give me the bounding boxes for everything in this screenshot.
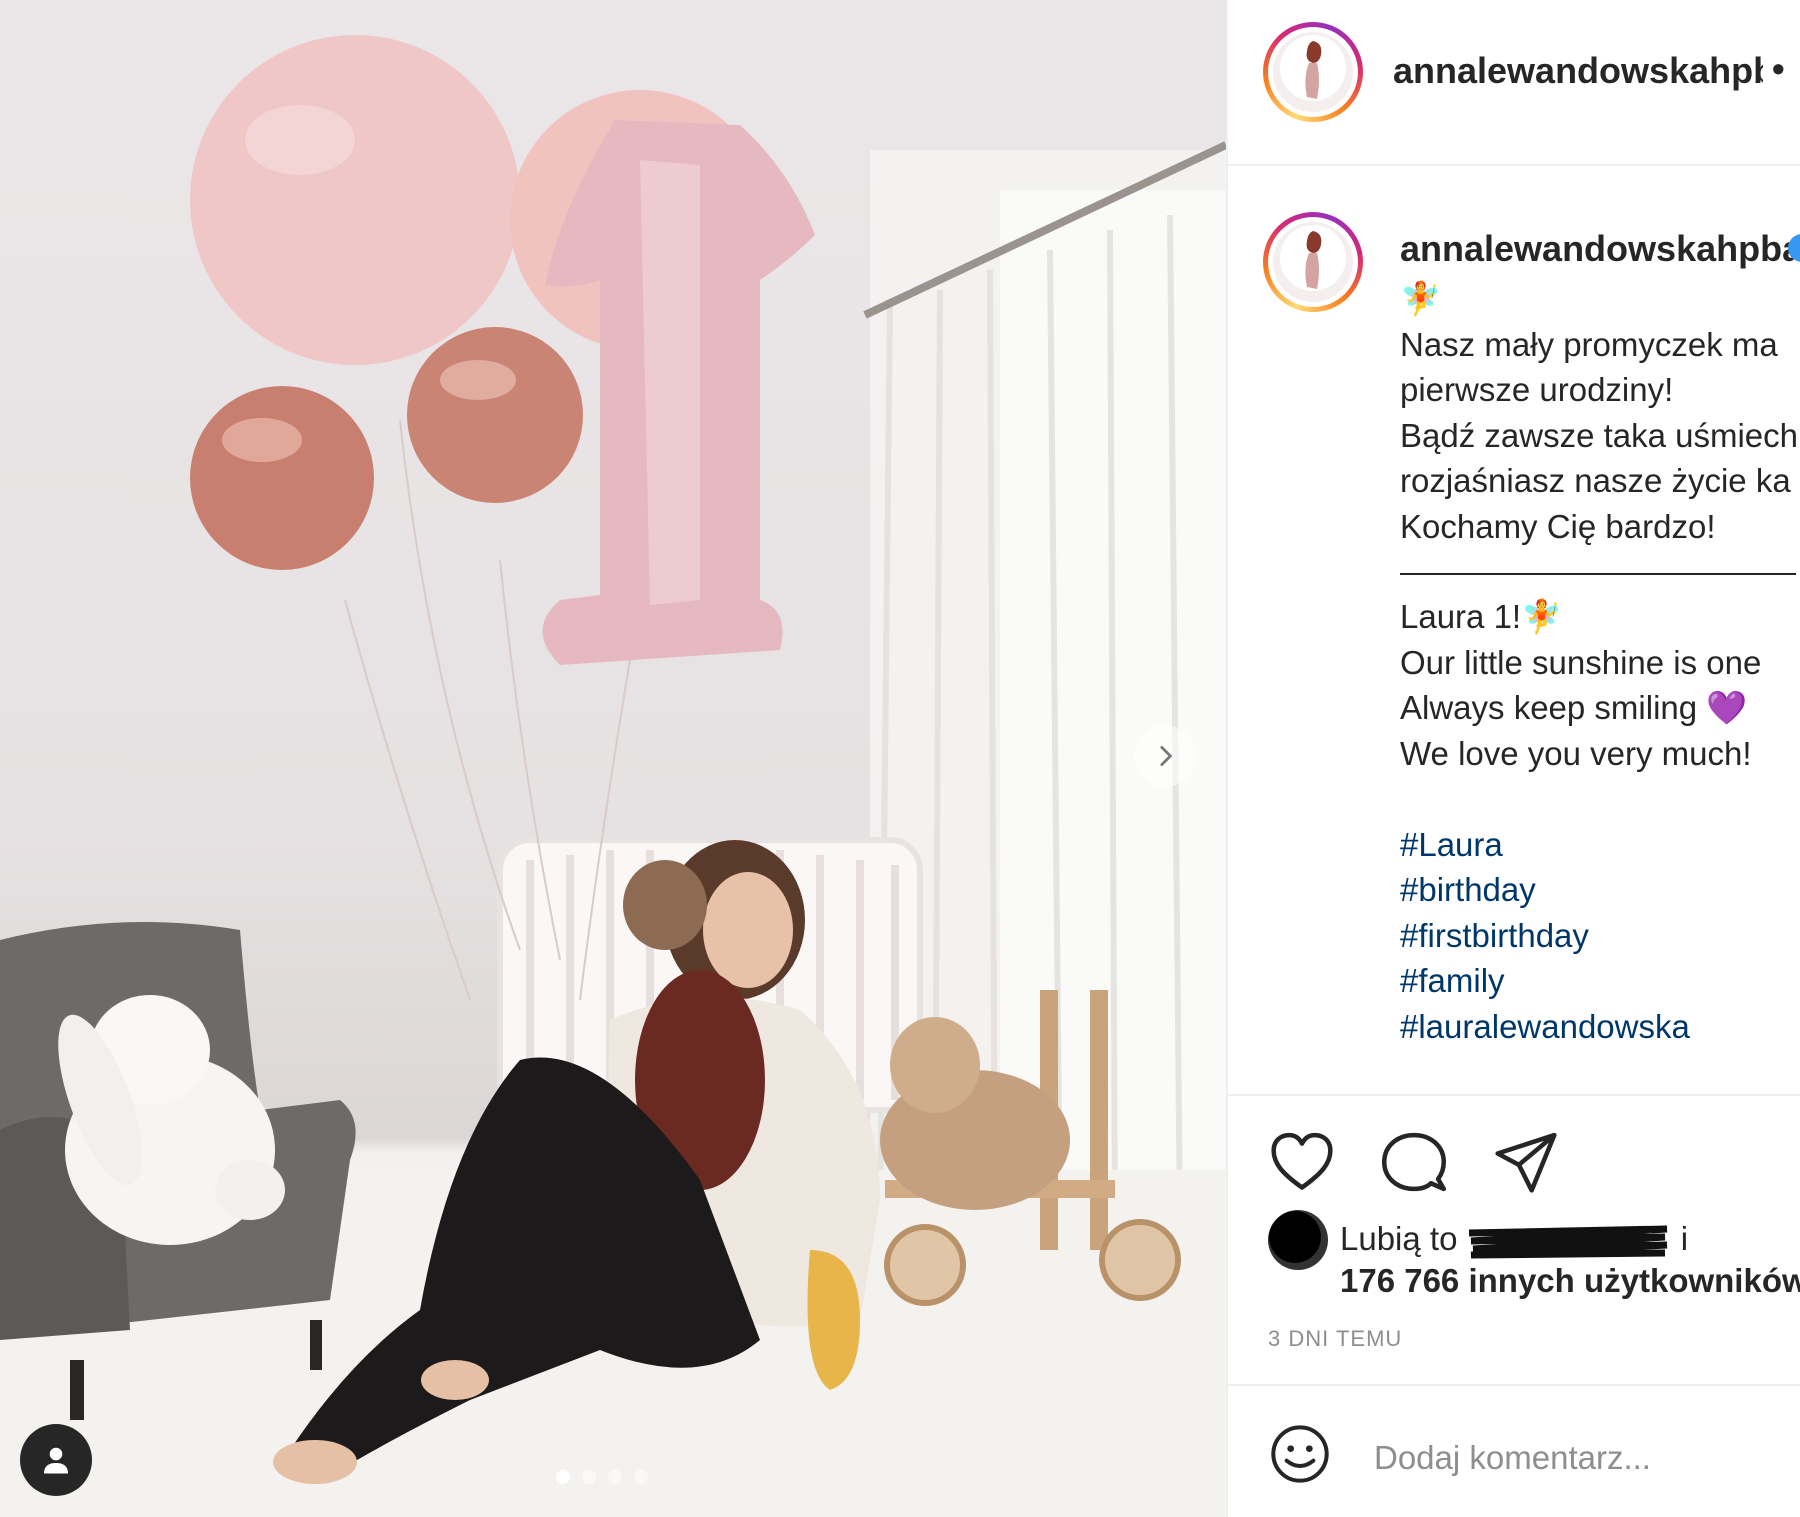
redacted-username [1468, 1225, 1667, 1259]
caption-separator-line [1400, 549, 1796, 575]
carousel-dot [556, 1470, 570, 1484]
caption-line: rozjaśniasz nasze życie ka [1400, 462, 1791, 499]
share-icon[interactable] [1492, 1128, 1560, 1196]
caption-text: 🧚 Nasz mały promyczek ma pierwsze urodzi… [1400, 276, 1800, 1049]
caption-line: We love you very much! [1400, 734, 1752, 772]
comment-divider [1228, 1384, 1800, 1386]
header-separator: • [1772, 48, 1785, 89]
emoji-icon[interactable] [1268, 1422, 1332, 1486]
header-divider [1228, 164, 1800, 166]
user-tags-button[interactable] [20, 1424, 92, 1496]
caption-line: pierwsze urodziny! [1400, 371, 1674, 408]
carousel-dot [634, 1470, 648, 1484]
hashtag-link[interactable]: #lauralewandowska [1400, 1004, 1800, 1050]
caption-line: Our little sunshine is one [1400, 643, 1762, 681]
comment-icon[interactable] [1380, 1128, 1448, 1196]
photo-illustration [0, 35, 1226, 1517]
heart-icon[interactable] [1268, 1128, 1336, 1196]
caption-line: Always keep smiling 💜 [1400, 689, 1748, 726]
likes-prefix: Lubią to [1340, 1220, 1458, 1257]
caption-line: Bądź zawsze taka uśmiech [1400, 416, 1799, 454]
hashtag-link[interactable]: #birthday [1400, 867, 1800, 913]
hashtag-link[interactable]: #Laura [1400, 822, 1800, 868]
author-avatar[interactable] [1263, 22, 1363, 122]
likes-suffix: i [1680, 1220, 1689, 1257]
likes-count[interactable]: 176 766 innych użytkowników [1340, 1262, 1800, 1300]
carousel-next-button[interactable] [1134, 725, 1196, 787]
actions-divider [1228, 1094, 1800, 1096]
comment-input[interactable] [1374, 1430, 1774, 1486]
post-actions [1268, 1128, 1560, 1196]
caption-username[interactable]: annalewandowskahpba [1400, 228, 1800, 270]
hashtag-link[interactable]: #family [1400, 958, 1800, 1004]
post-photo[interactable] [0, 0, 1226, 1517]
caption-avatar[interactable] [1263, 212, 1363, 312]
liker-avatar[interactable] [1268, 1210, 1328, 1270]
header-username[interactable]: annalewandowskahpba [1393, 50, 1763, 92]
hashtag-link[interactable]: #firstbirthday [1400, 913, 1800, 959]
caption-line: Laura 1!🧚 [1400, 598, 1563, 635]
post-sidebar: annalewandowskahpba • annalewandowskahpb… [1226, 0, 1800, 1517]
carousel-dot [582, 1470, 596, 1484]
caption-line: Kochamy Cię bardzo! [1400, 507, 1716, 545]
chevron-right-icon [1160, 745, 1173, 767]
carousel-dot [608, 1470, 622, 1484]
avatar-figure-icon [1305, 41, 1322, 99]
likes-summary: Lubią to i [1340, 1216, 1688, 1262]
caption-line: 🧚 [1400, 280, 1442, 317]
carousel-indicator [556, 1470, 648, 1484]
user-tag-icon [44, 1447, 68, 1474]
post-timestamp[interactable]: 3 DNI TEMU [1268, 1326, 1402, 1352]
avatar-figure-icon [1305, 231, 1322, 289]
caption-line: Nasz mały promyczek ma [1400, 325, 1778, 363]
